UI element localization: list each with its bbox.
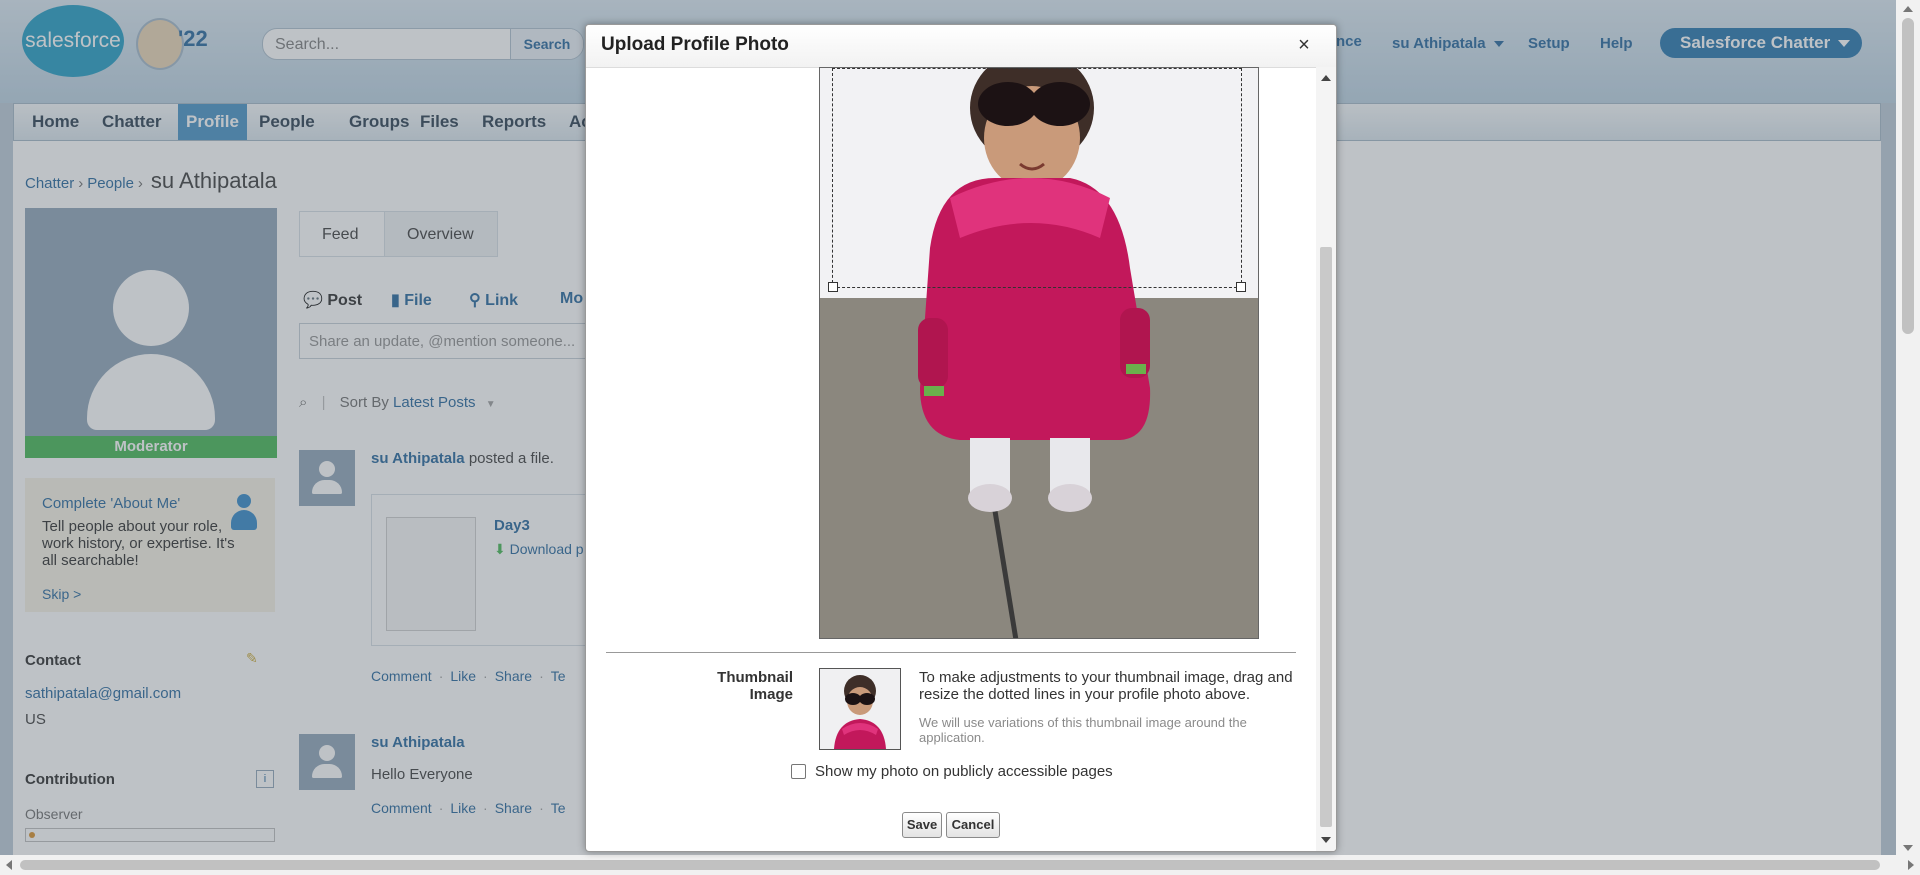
page-horizontal-scrollbar[interactable] xyxy=(0,855,1920,875)
crop-handle[interactable] xyxy=(828,282,838,292)
thumbnail-help-text: To make adjustments to your thumbnail im… xyxy=(919,669,1293,703)
public-photo-label[interactable]: Show my photo on publicly accessible pag… xyxy=(815,763,1113,780)
upload-photo-dialog: Upload Profile Photo × Thumbnail Image T… xyxy=(585,24,1337,852)
public-photo-checkbox[interactable] xyxy=(791,764,806,779)
thumbnail-image xyxy=(820,669,900,749)
page-vertical-scrollbar[interactable] xyxy=(1896,0,1920,855)
crop-handle[interactable] xyxy=(1236,282,1246,292)
thumbnail-preview xyxy=(819,668,901,750)
divider xyxy=(606,652,1296,653)
crop-selection[interactable] xyxy=(828,68,1246,292)
dialog-title: Upload Profile Photo xyxy=(601,34,789,55)
dialog-header: Upload Profile Photo × xyxy=(586,25,1336,68)
save-button[interactable]: Save xyxy=(902,812,942,838)
profile-photo-cropper[interactable] xyxy=(819,67,1259,639)
thumbnail-note: We will use variations of this thumbnail… xyxy=(919,715,1247,745)
thumbnail-label: Thumbnail Image xyxy=(717,669,793,703)
close-icon[interactable]: × xyxy=(1294,35,1314,55)
cancel-button[interactable]: Cancel xyxy=(946,812,1000,838)
dialog-scrollbar[interactable] xyxy=(1316,67,1336,851)
dialog-body: Thumbnail Image To make adjustments to y… xyxy=(586,67,1316,851)
